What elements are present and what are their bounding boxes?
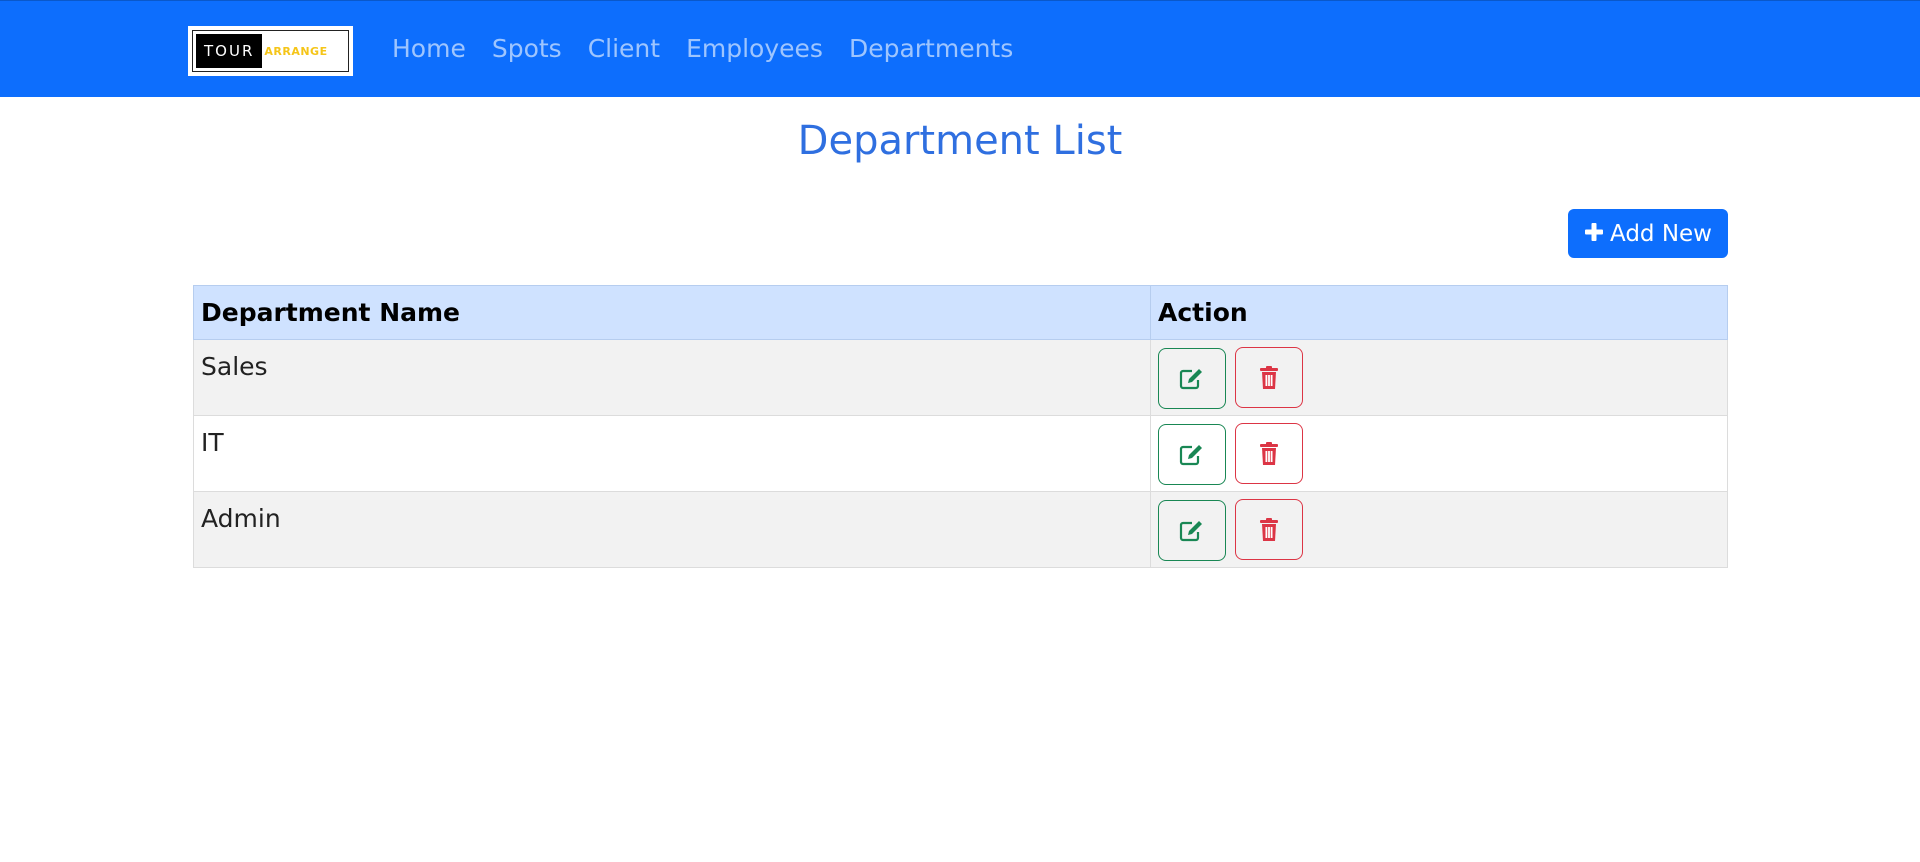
edit-button[interactable]	[1158, 500, 1226, 561]
nav-departments[interactable]: Departments	[849, 29, 1013, 69]
action-cell	[1150, 491, 1728, 568]
trash-icon	[1260, 517, 1279, 541]
nav-home[interactable]: Home	[392, 29, 466, 69]
department-name-cell: Sales	[193, 339, 1151, 416]
action-cell	[1150, 415, 1728, 492]
add-new-button[interactable]: Add New	[1568, 209, 1728, 258]
plus-icon	[1584, 220, 1604, 248]
navbar: TOUR ARRANGE Home Spots Client Employees…	[0, 0, 1920, 97]
nav-spots[interactable]: Spots	[492, 29, 562, 69]
trash-icon	[1260, 441, 1279, 465]
department-table: Department Name Action Sales IT Admin	[193, 285, 1728, 568]
edit-icon	[1179, 368, 1202, 389]
delete-button[interactable]	[1235, 499, 1304, 560]
header-department-name: Department Name	[193, 285, 1151, 340]
department-name-cell: Admin	[193, 491, 1151, 568]
nav-links: Home Spots Client Employees Departments	[392, 29, 1039, 69]
department-name-cell: IT	[193, 415, 1151, 492]
delete-button[interactable]	[1235, 347, 1304, 408]
add-new-label: Add New	[1609, 220, 1712, 247]
nav-client[interactable]: Client	[588, 29, 660, 69]
table-header-row: Department Name Action	[193, 285, 1728, 340]
brand-tour-text: TOUR	[196, 34, 263, 68]
action-cell	[1150, 339, 1728, 416]
header-action: Action	[1150, 285, 1728, 340]
brand-logo[interactable]: TOUR ARRANGE	[188, 26, 353, 76]
edit-icon	[1179, 444, 1202, 465]
edit-button[interactable]	[1158, 348, 1226, 409]
table-row: Sales	[193, 339, 1728, 416]
table-row: Admin	[193, 491, 1728, 568]
delete-button[interactable]	[1235, 423, 1304, 484]
page-title: Department List	[797, 118, 1123, 164]
table-row: IT	[193, 415, 1728, 492]
brand-logo-frame: TOUR ARRANGE	[192, 30, 349, 72]
brand-arrange-text: ARRANGE	[264, 44, 328, 58]
nav-employees[interactable]: Employees	[686, 29, 823, 69]
trash-icon	[1260, 365, 1279, 389]
edit-icon	[1179, 520, 1202, 541]
edit-button[interactable]	[1158, 424, 1226, 485]
